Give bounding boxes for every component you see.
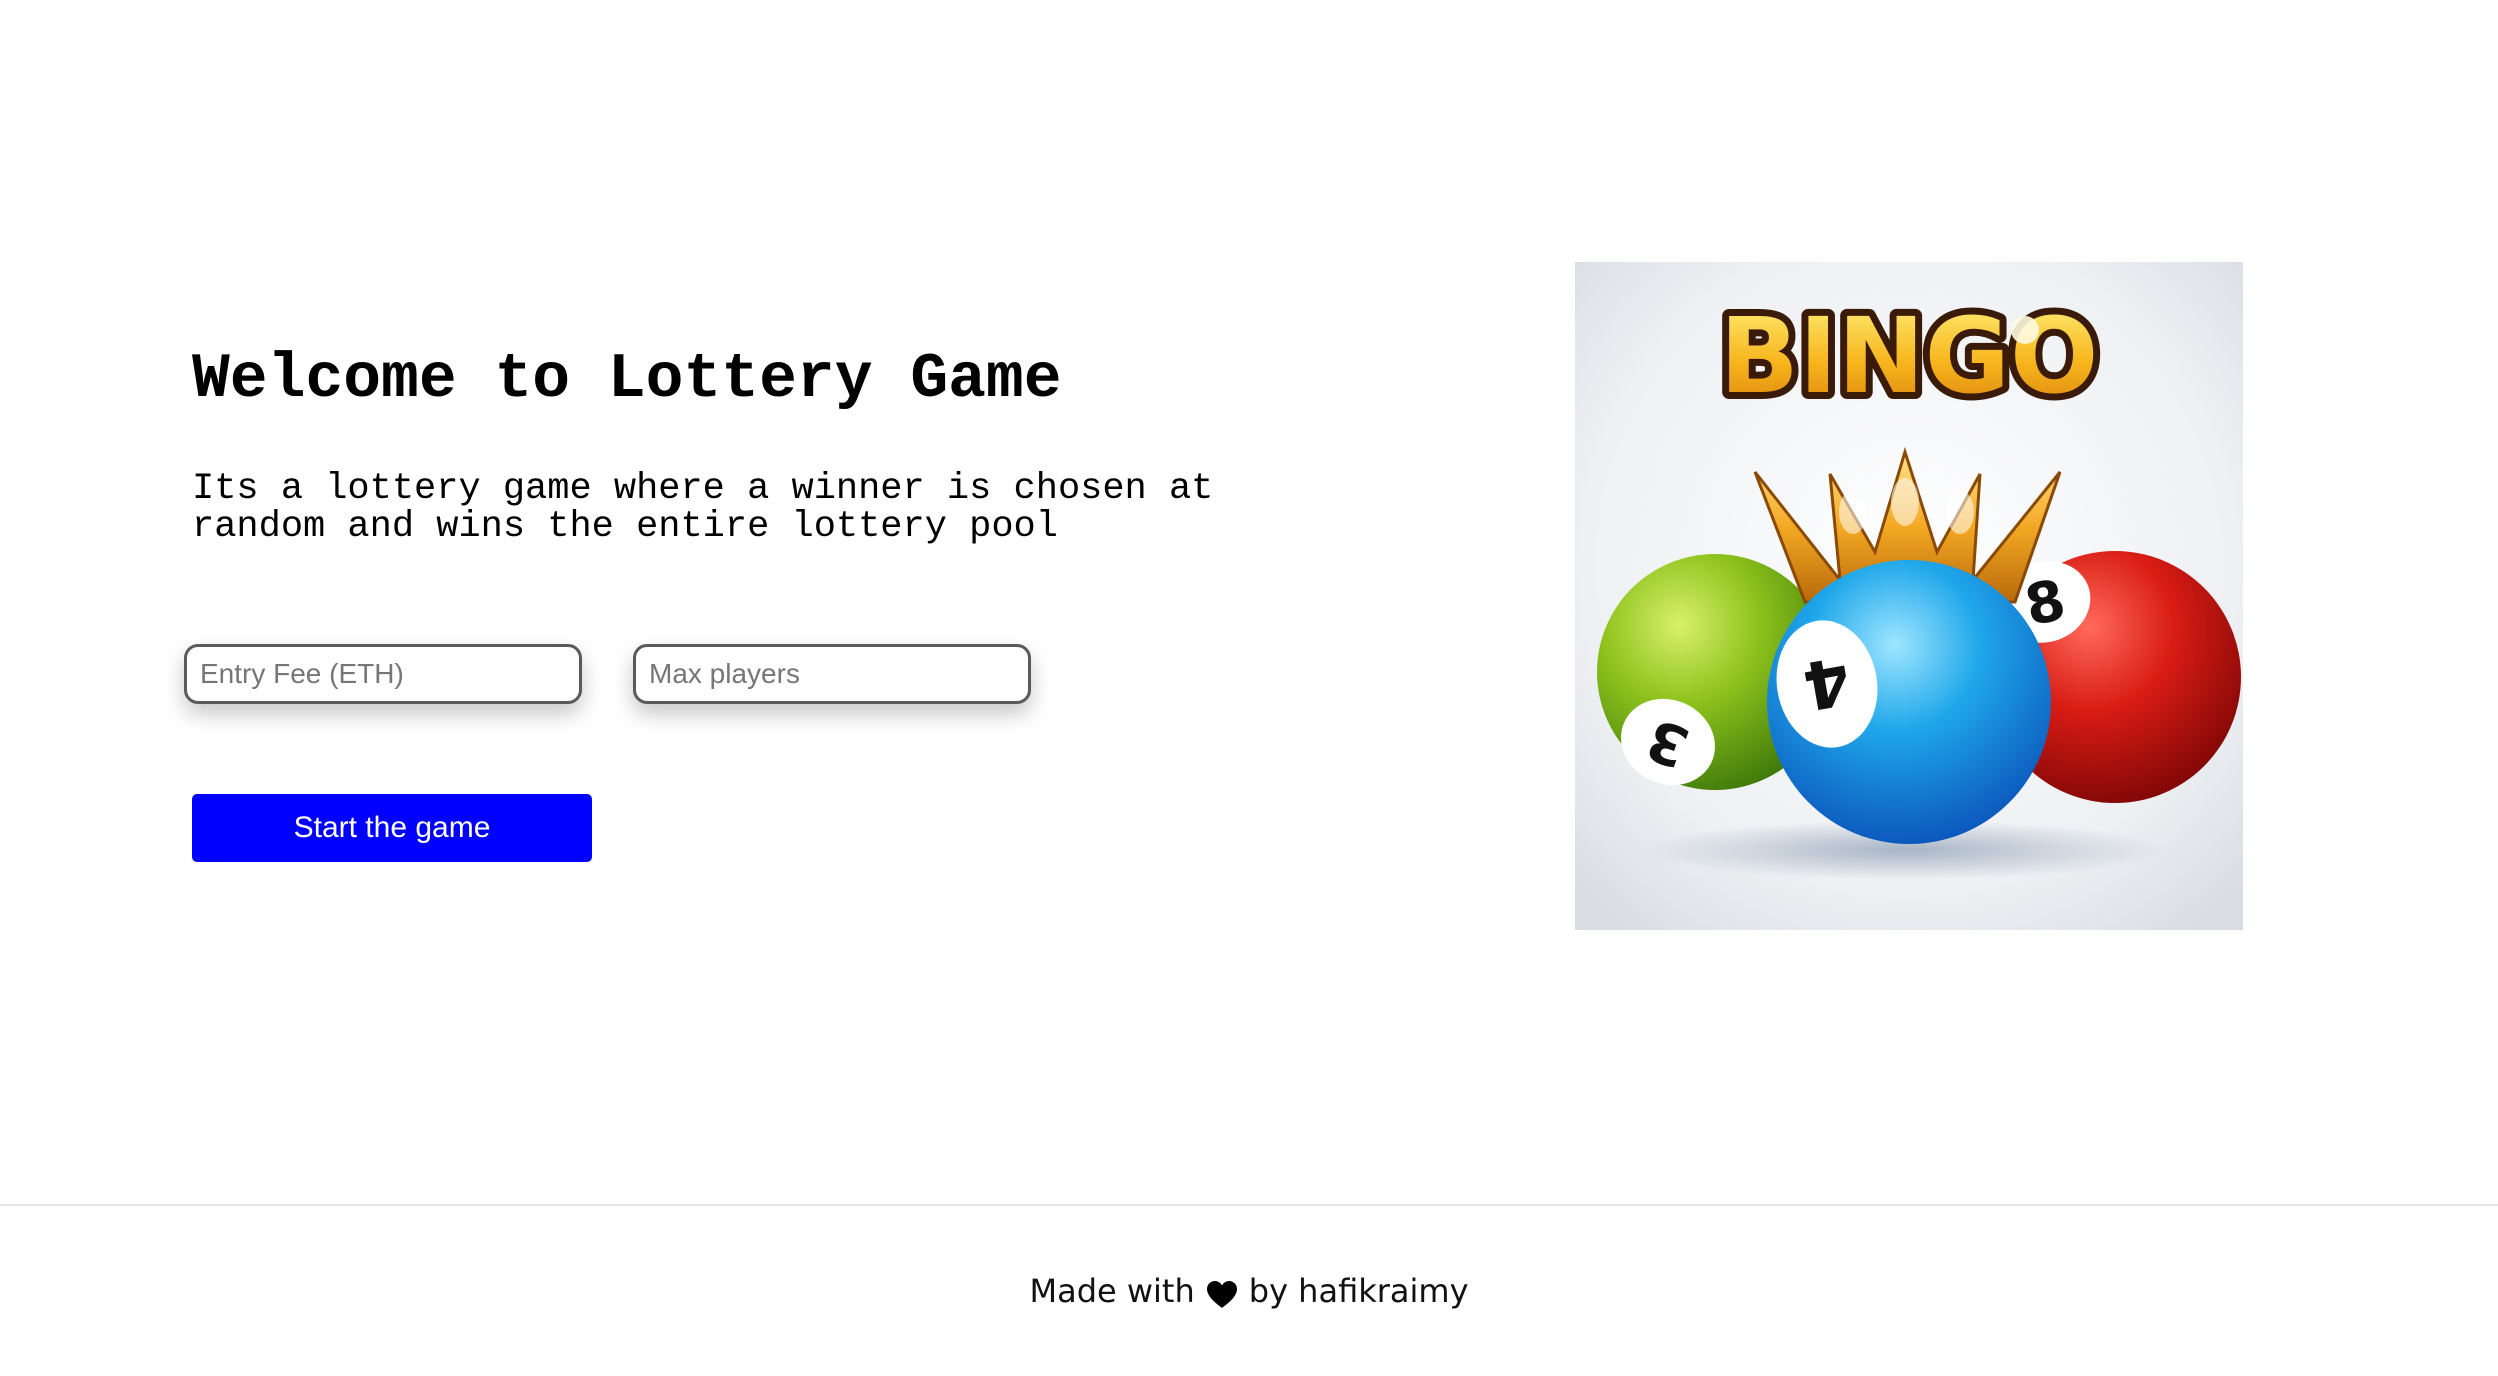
footer-author: by hafikraimy (1248, 1272, 1469, 1310)
entry-fee-input[interactable] (184, 644, 582, 704)
game-description: Its a lottery game where a winner is cho… (192, 468, 1214, 548)
bingo-logo: BINGO (1720, 295, 2099, 417)
footer-prefix: Made with (1029, 1272, 1195, 1310)
page: Welcome to Lottery Game Its a lottery ga… (0, 0, 2498, 1376)
max-players-input[interactable] (633, 644, 1031, 704)
page-title: Welcome to Lottery Game (192, 344, 1062, 415)
heart-icon (1206, 1279, 1237, 1308)
footer: Made with by hafikraimy (0, 1206, 2498, 1376)
bingo-image: BINGO BINGO 3 8 4 (1575, 262, 2243, 930)
start-game-button[interactable]: Start the game (192, 794, 592, 862)
main-section: Welcome to Lottery Game Its a lottery ga… (0, 0, 2498, 1204)
bingo-balls-crown-illustration: BINGO BINGO 3 8 4 (1575, 262, 2243, 930)
